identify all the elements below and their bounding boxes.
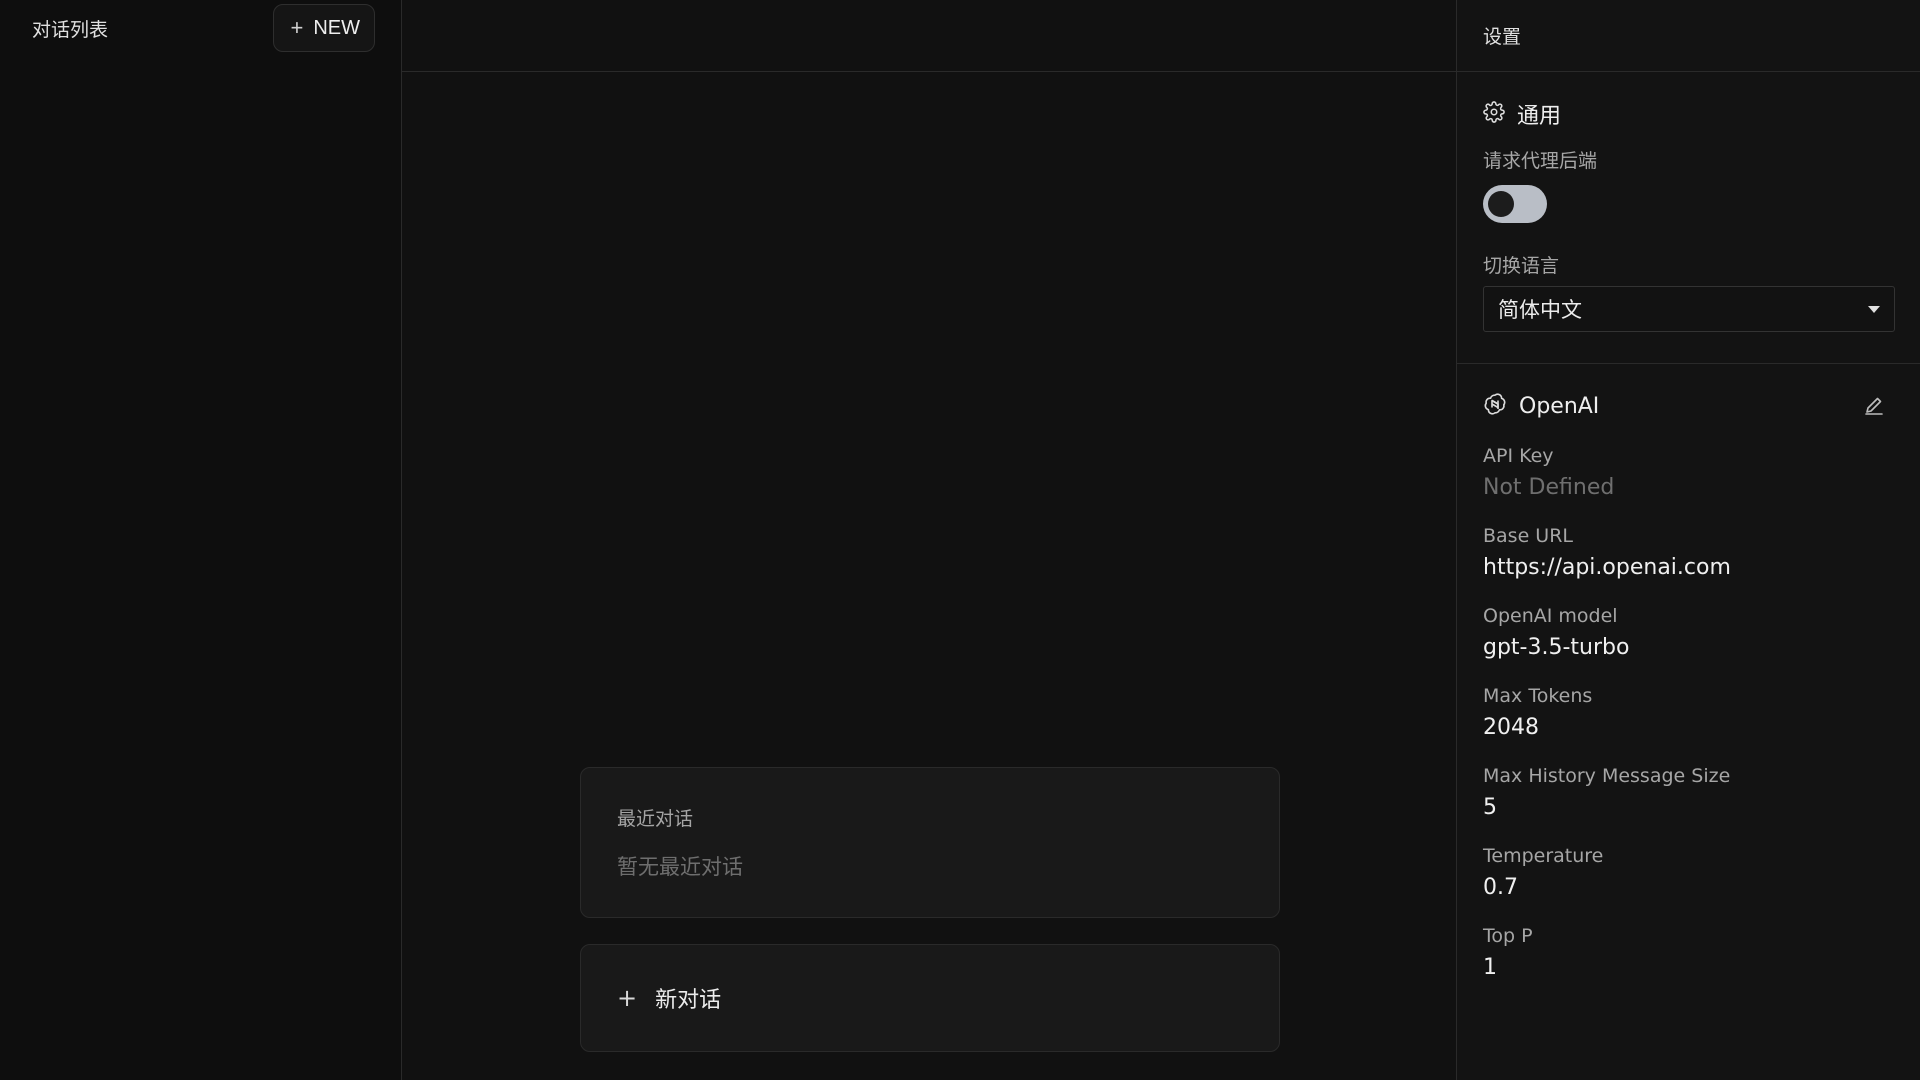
new-chat-label: 新对话 [655,988,722,1013]
max-tokens-label: Max Tokens [1483,685,1593,707]
new-button-label: NEW [313,16,360,39]
recent-conversations-title: 最近对话 [617,808,694,830]
pencil-icon[interactable] [1862,394,1888,420]
max-history-value: 5 [1483,794,1497,820]
general-settings-section: 通用 请求代理后端 切换语言 简体中文 [1457,72,1920,364]
base-url-value: https://api.openai.com [1483,554,1731,580]
settings-header: 设置 [1457,0,1920,72]
proxy-label: 请求代理后端 [1483,150,1598,172]
openai-logo-icon [1483,392,1507,420]
language-setting: 切换语言 简体中文 [1483,251,1895,332]
model-value: gpt-3.5-turbo [1483,634,1630,660]
plus-icon: + [290,15,304,40]
conversation-sidebar: 对话列表 + NEW [0,0,402,1080]
recent-conversations-empty: 暂无最近对话 [617,855,743,879]
api-key-value: Not Defined [1483,474,1615,500]
openai-settings-section: OpenAI API Key Not Defined Base URL http… [1457,364,1920,984]
language-label: 切换语言 [1483,255,1560,277]
settings-panel: 设置 通用 请求代理后端 切换语言 简体中文 OpenAI API Key No… [1456,0,1920,1080]
chat-main-area: 最近对话 暂无最近对话 + 新对话 [402,0,1456,1080]
model-field: OpenAI model gpt-3.5-turbo [1483,602,1894,664]
top-p-label: Top P [1483,925,1533,947]
proxy-setting: 请求代理后端 [1483,146,1894,223]
max-tokens-field: Max Tokens 2048 [1483,682,1894,744]
openai-heading: OpenAI [1519,393,1600,419]
top-p-field: Top P 1 [1483,922,1894,984]
plus-icon: + [617,984,638,1012]
openai-section-head: OpenAI [1483,388,1894,424]
base-url-field: Base URL https://api.openai.com [1483,522,1894,584]
caret-down-icon [1868,305,1880,313]
app-window: 对话列表 + NEW 最近对话 暂无最近对话 + 新对话 设置 通用 请求代理后… [0,0,1920,1080]
model-label: OpenAI model [1483,605,1618,627]
max-tokens-value: 2048 [1483,714,1539,740]
general-heading: 通用 [1517,104,1562,129]
language-select[interactable]: 简体中文 [1483,286,1895,332]
recent-conversations-card: 最近对话 暂无最近对话 [580,767,1280,918]
api-key-field: API Key Not Defined [1483,442,1894,504]
max-history-label: Max History Message Size [1483,765,1731,787]
new-conversation-button[interactable]: + NEW [273,4,375,52]
base-url-label: Base URL [1483,525,1573,547]
max-history-field: Max History Message Size 5 [1483,762,1894,824]
gear-icon [1483,101,1505,127]
sidebar-header: 对话列表 + NEW [0,0,401,56]
temperature-field: Temperature 0.7 [1483,842,1894,904]
settings-title: 设置 [1483,26,1522,48]
api-key-label: API Key [1483,445,1554,467]
toggle-knob [1488,191,1514,217]
temperature-value: 0.7 [1483,874,1518,900]
top-p-value: 1 [1483,954,1497,980]
proxy-toggle[interactable] [1483,185,1547,223]
language-select-value: 简体中文 [1498,298,1582,322]
temperature-label: Temperature [1483,845,1604,867]
sidebar-title: 对话列表 [32,18,109,41]
general-section-head: 通用 [1483,96,1894,132]
new-chat-button[interactable]: + 新对话 [580,944,1280,1052]
main-topbar [402,0,1456,72]
